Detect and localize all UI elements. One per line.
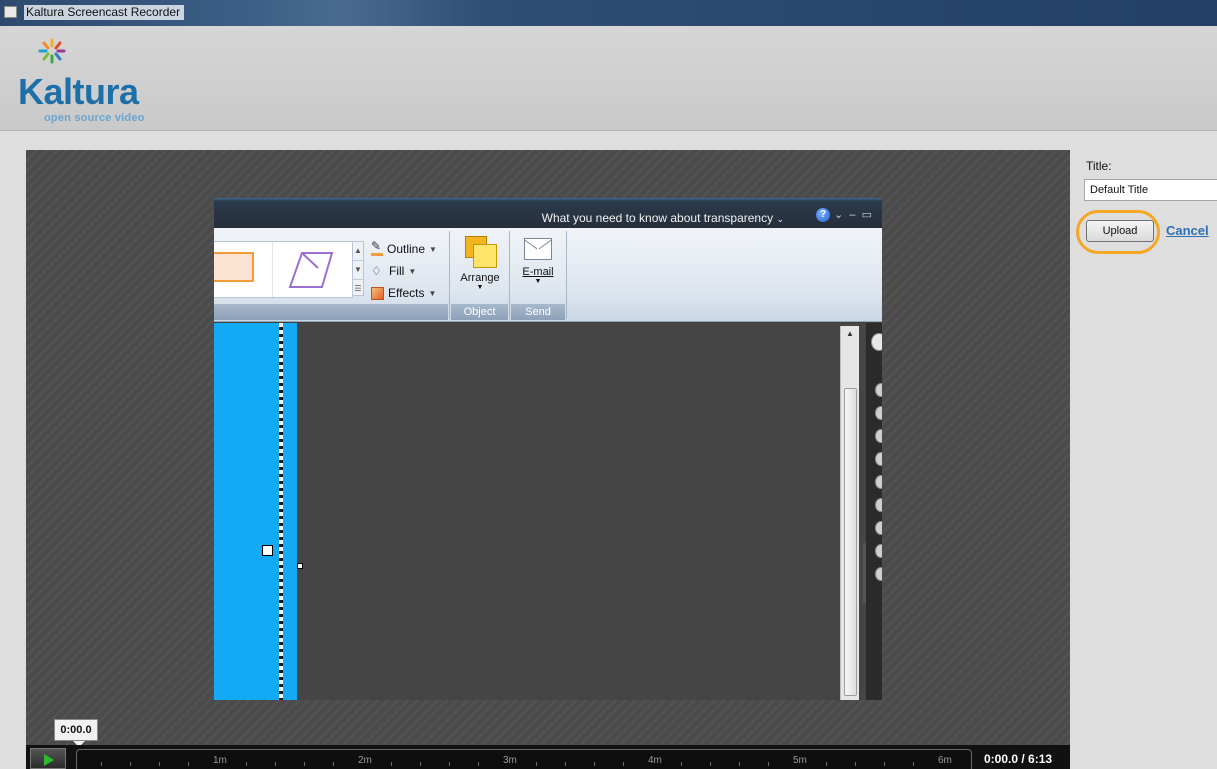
shape-format-options: Outline▼ ♢ Fill▼ Effects▼ [371, 238, 437, 304]
kaltura-burst-icon [38, 38, 66, 64]
shape-styles-gallery [214, 241, 353, 298]
timeline-tick [101, 762, 102, 766]
player-control-bar: 1m 2m 3m 4m 5m 6m 0:00.0 / 6:13 [26, 745, 1070, 769]
selection-outline [279, 323, 283, 700]
timeline-tick-label: 6m [938, 755, 952, 766]
logo-tagline: open source video [44, 112, 145, 124]
fill-icon: ♢ [371, 264, 382, 278]
object-group-label: Object [451, 304, 508, 320]
pane-item-icon [875, 406, 882, 420]
timeline-tick [594, 762, 595, 766]
timeline-tick [449, 762, 450, 766]
screencast-frame: What you need to know about transparency… [214, 198, 882, 700]
outline-icon [371, 239, 383, 256]
rectangle-shape-style [214, 252, 254, 282]
timeline-tick [565, 762, 566, 766]
outline-option: Outline▼ [371, 238, 437, 260]
timeline-tick [159, 762, 160, 766]
timeline-tick [536, 762, 537, 766]
timeline-tick-label: 3m [503, 755, 517, 766]
timeline-tick-label: 4m [648, 755, 662, 766]
timeline-tick [478, 762, 479, 766]
timeline-tick [739, 762, 740, 766]
timeline-scrubber[interactable]: 1m 2m 3m 4m 5m 6m [76, 749, 972, 769]
expand-gallery-icon: ☰ [354, 284, 362, 293]
pane-item-icon [875, 567, 882, 581]
timeline-tick [855, 762, 856, 766]
pane-item-icon [875, 475, 882, 489]
pane-item-icon [875, 452, 882, 466]
parallelogram-shape-style [288, 252, 334, 288]
timeline-tick [391, 762, 392, 766]
play-icon [44, 754, 54, 766]
timeline-tick-label: 5m [793, 755, 807, 766]
app-header: Kaltura open source video [0, 26, 1217, 131]
embedded-window-controls: ? ⌄ – ▭ [812, 208, 872, 223]
timeline-tick [623, 762, 624, 766]
embedded-title-bar: What you need to know about transparency… [214, 198, 882, 228]
pane-tool-icon [871, 333, 882, 351]
cancel-link[interactable]: Cancel [1166, 223, 1209, 238]
arrange-button: Arrange ▼ [454, 234, 506, 291]
timeline-tick [913, 762, 914, 766]
timeline-tick-label: 2m [358, 755, 372, 766]
embedded-side-pane [866, 323, 882, 700]
time-display: 0:00.0 / 6:13 [984, 752, 1053, 766]
minimize-icon: – [849, 209, 856, 221]
title-label: Title: [1086, 159, 1112, 173]
scroll-up-icon: ▲ [846, 329, 854, 338]
window-title: Kaltura Screencast Recorder [24, 5, 185, 20]
timeline-tick [333, 762, 334, 766]
pane-item-icon [875, 383, 882, 397]
scroll-down-icon: ▼ [353, 261, 363, 280]
selected-blue-shape [214, 323, 297, 700]
pane-item-icon [875, 429, 882, 443]
timeline-tick [826, 762, 827, 766]
scroll-up-icon: ▲ [353, 242, 363, 261]
timeline-tick [188, 762, 189, 766]
upload-button[interactable]: Upload [1086, 220, 1154, 242]
timeline-tick [420, 762, 421, 766]
email-button: E-mail ▼ [512, 234, 564, 285]
playhead-time-tooltip: 0:00.0 [54, 719, 98, 747]
help-icon: ? [816, 208, 830, 223]
effects-icon [371, 286, 384, 300]
timeline-tick [246, 762, 247, 766]
scroll-thumb [844, 388, 857, 696]
play-button[interactable] [30, 748, 66, 769]
embedded-vertical-scrollbar: ▲ [840, 326, 859, 700]
chevron-down-icon: ⌄ [834, 209, 844, 221]
resize-handle [262, 545, 273, 556]
email-icon [524, 238, 552, 260]
kaltura-logo: Kaltura [18, 71, 139, 112]
document-canvas [214, 323, 882, 700]
window-title-bar: Kaltura Screencast Recorder [0, 0, 1217, 26]
timeline-tick [710, 762, 711, 766]
resize-handle-small [297, 563, 303, 569]
pane-item-icon [875, 544, 882, 558]
arrange-icon [463, 234, 497, 268]
effects-option: Effects ▼ [371, 282, 437, 304]
app-icon [4, 6, 17, 18]
timeline-tick [884, 762, 885, 766]
drawing-group-label [214, 304, 448, 320]
restore-icon: ▭ [861, 209, 872, 221]
fill-option: ♢ Fill ▼ [371, 264, 417, 278]
timeline-tick [304, 762, 305, 766]
timeline-tick-label: 1m [213, 755, 227, 766]
timeline-tick [768, 762, 769, 766]
gallery-scroll: ▲ ▼ ☰ [352, 241, 364, 296]
pane-item-icon [875, 498, 882, 512]
timeline-tick [275, 762, 276, 766]
embedded-ribbon: ▲ ▼ ☰ Outline▼ ♢ Fill▼ Effects▼ Arrange … [214, 228, 882, 322]
timeline-tick [681, 762, 682, 766]
pane-item-icon [875, 521, 882, 535]
title-input[interactable] [1084, 179, 1217, 201]
send-group-label: Send [511, 304, 565, 320]
embedded-window-title: What you need to know about transparency… [541, 211, 784, 225]
timeline-tick [130, 762, 131, 766]
